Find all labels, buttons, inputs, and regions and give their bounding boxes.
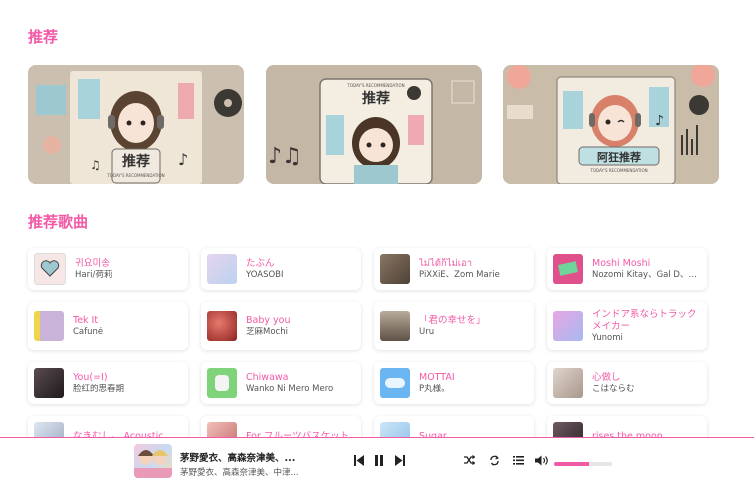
song-title: Baby you (246, 314, 291, 326)
svg-text:♪: ♪ (655, 113, 664, 129)
song-cover (380, 311, 410, 341)
song-card[interactable]: ไม่ได้ก็ไม่เอา PiXXiE、Zom Marie (374, 248, 534, 290)
song-card[interactable]: Chiwawa Wanko Ni Mero Mero (201, 362, 361, 404)
player-track-artist: 茅野愛衣、高森奈津美、中津... (180, 468, 299, 478)
song-cover (34, 253, 66, 285)
volume-level (554, 462, 589, 466)
song-artist: P丸様。 (419, 383, 450, 394)
next-icon[interactable] (395, 455, 405, 466)
banner-1-subtitle: TODAY'S RECOMMENDATION (106, 173, 164, 178)
song-title: Chiwawa (246, 371, 289, 383)
pause-icon[interactable] (374, 455, 384, 466)
song-title: たぶん (246, 257, 275, 269)
player-cover[interactable] (134, 444, 172, 478)
song-title: Tek It (73, 314, 99, 326)
song-card[interactable]: 귀요미송 Hari/荷莉 (28, 248, 188, 290)
svg-text:♪♫: ♪♫ (268, 144, 302, 169)
song-title: Moshi Moshi (592, 257, 651, 269)
song-cover (553, 368, 583, 398)
song-card[interactable]: インドア系ならトラックメイカー Yunomi (547, 302, 707, 350)
song-artist: 脸红的思春期 (73, 383, 125, 394)
banner-2-label: 推荐 (362, 90, 390, 107)
svg-text:♪: ♪ (178, 150, 188, 169)
song-title: 「君の幸せを」 (419, 314, 486, 326)
song-card[interactable]: MOTTAI P丸様。 (374, 362, 534, 404)
song-artist: Cafuné (73, 326, 104, 337)
recommend-banner-2[interactable]: ♪♫ 推荐 TODAY'S RECOMMENDATION (266, 65, 482, 184)
song-artist: Uru (419, 326, 435, 337)
song-artist: Hari/荷莉 (75, 269, 113, 280)
song-cover (380, 368, 410, 398)
banner-3-label: 阿狂推荐 (597, 150, 641, 164)
song-title: 귀요미송 (75, 257, 110, 269)
player-bar: 茅野愛衣、高森奈津美、... 茅野愛衣、高森奈津美、中津... (0, 437, 754, 481)
song-card[interactable]: You(=I) 脸红的思春期 (28, 362, 188, 404)
banner-2-subtitle: TODAY'S RECOMMENDATION (346, 83, 404, 88)
song-cover (207, 254, 237, 284)
songs-section-title: 推荐歌曲 (28, 213, 89, 231)
recommend-banner-1[interactable]: 推荐 TODAY'S RECOMMENDATION ♪ ♫ (28, 65, 244, 184)
song-cover (380, 254, 410, 284)
song-cover (34, 311, 64, 341)
song-cover (207, 368, 237, 398)
playlist-icon[interactable] (513, 455, 524, 465)
song-cover (207, 311, 237, 341)
song-cover (553, 311, 583, 341)
song-card[interactable]: Tek It Cafuné (28, 302, 188, 350)
song-artist: Wanko Ni Mero Mero (246, 383, 334, 394)
song-cover (34, 368, 64, 398)
song-title: MOTTAI (419, 371, 455, 383)
previous-icon[interactable] (354, 455, 364, 466)
song-title: ไม่ได้ก็ไม่เอา (419, 257, 473, 269)
song-card[interactable]: たぶん YOASOBI (201, 248, 361, 290)
song-title: You(=I) (73, 371, 108, 383)
banner-3-subtitle: TODAY'S RECOMMENDATION (589, 168, 647, 173)
song-artist: 芝麻Mochi (246, 326, 288, 337)
song-card[interactable]: Moshi Moshi Nozomi Kitay、Gal D、百足 (547, 248, 707, 290)
song-title: インドア系ならトラックメイカー (592, 308, 697, 332)
song-artist: YOASOBI (246, 269, 284, 280)
song-artist: こはならむ (592, 383, 635, 394)
song-artist: Yunomi (592, 332, 623, 343)
recommend-section-title: 推荐 (28, 28, 59, 46)
volume-slider[interactable] (554, 462, 612, 466)
song-card[interactable]: Baby you 芝麻Mochi (201, 302, 361, 350)
recommend-banner-3[interactable]: 阿狂推荐 TODAY'S RECOMMENDATION ♪ (503, 65, 719, 184)
song-artist: Nozomi Kitay、Gal D、百足 (592, 269, 703, 280)
song-title: 心做し (592, 371, 621, 383)
svg-text:♫: ♫ (90, 158, 101, 172)
repeat-icon[interactable] (489, 455, 500, 466)
song-card[interactable]: 「君の幸せを」 Uru (374, 302, 534, 350)
player-track-title: 茅野愛衣、高森奈津美、... (180, 453, 296, 464)
song-artist: PiXXiE、Zom Marie (419, 269, 500, 280)
banner-1-label: 推荐 (122, 153, 150, 170)
song-cover (553, 254, 583, 284)
volume-icon[interactable] (535, 455, 549, 466)
song-card[interactable]: 心做し こはならむ (547, 362, 707, 404)
shuffle-icon[interactable] (464, 455, 475, 465)
